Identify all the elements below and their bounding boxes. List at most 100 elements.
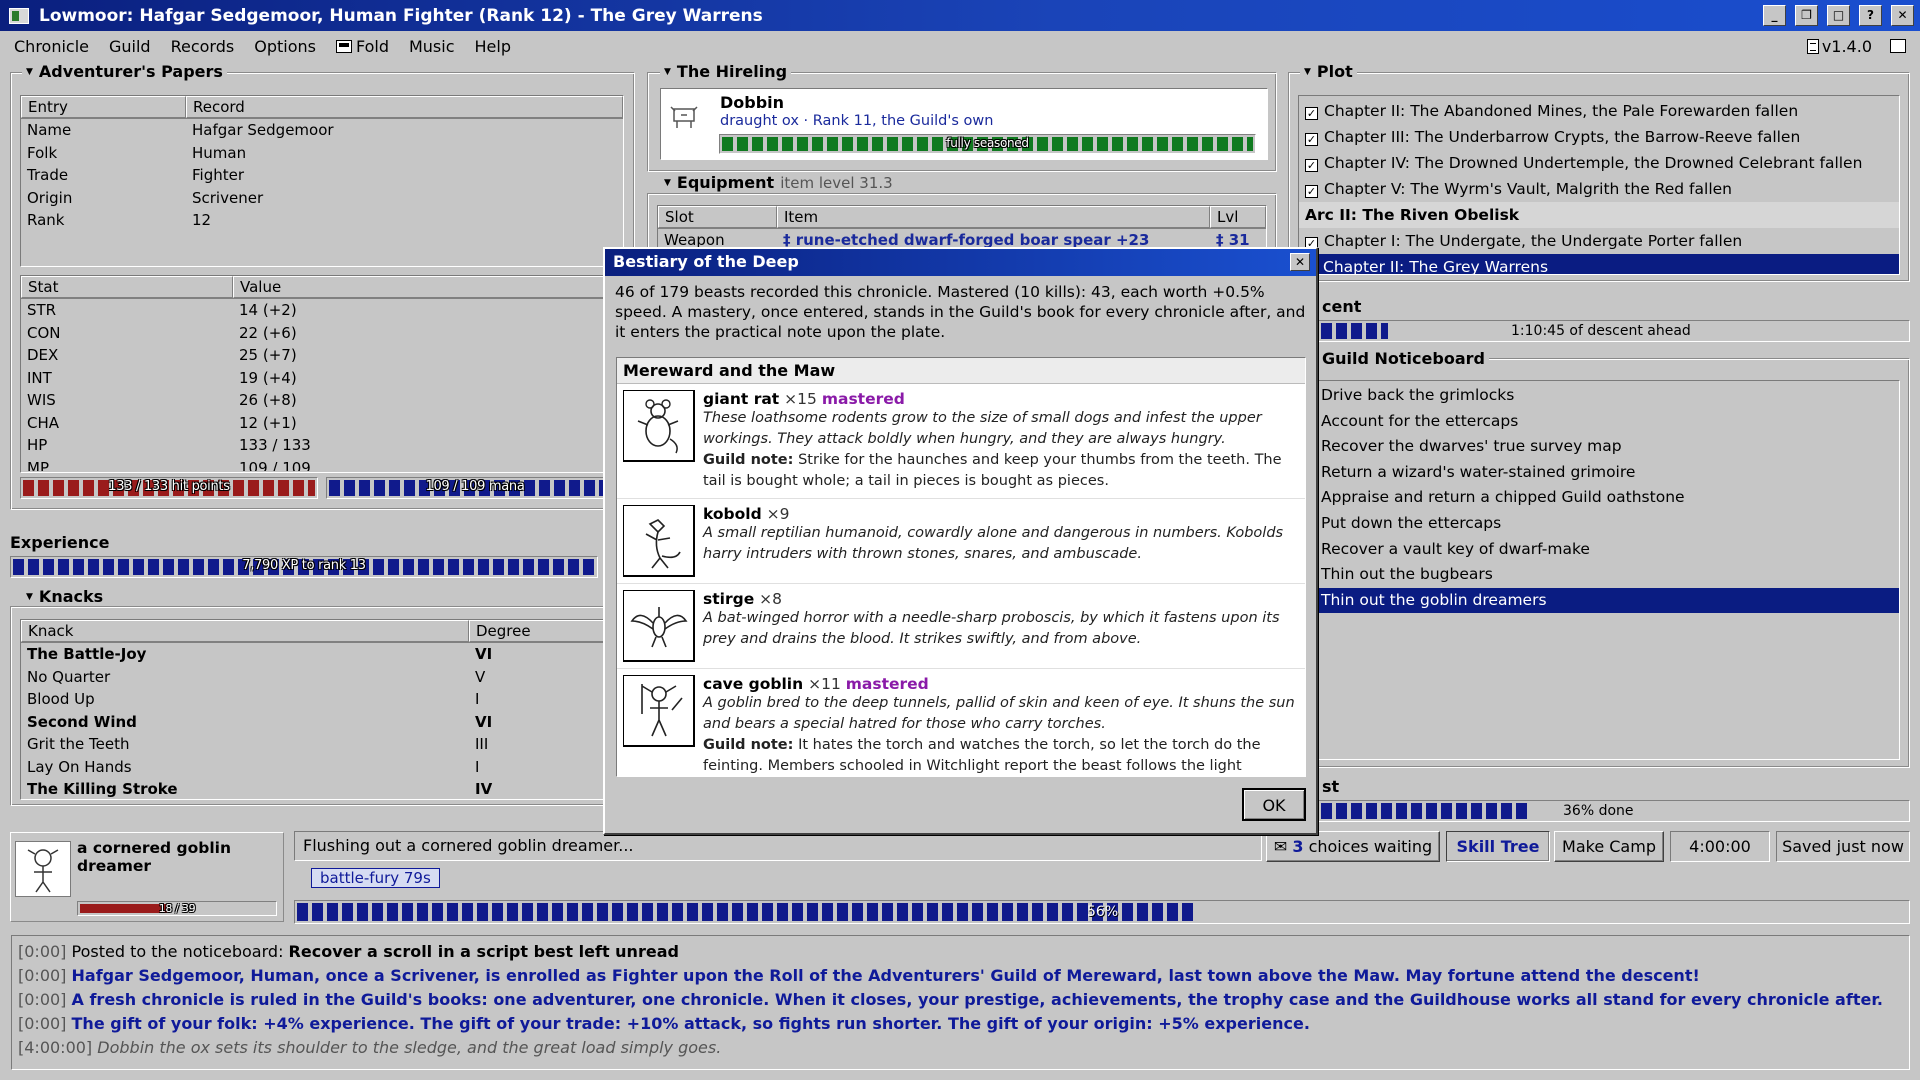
papers-row[interactable]: Origin Scrivener — [21, 187, 623, 210]
make-camp-button[interactable]: Make Camp — [1554, 831, 1664, 862]
dialog-close-button[interactable]: ✕ — [1290, 253, 1310, 271]
papers-title[interactable]: ▼ Adventurer's Papers — [22, 62, 227, 81]
stat-value: 25 (+7) — [239, 346, 297, 365]
panel-icon[interactable] — [1890, 39, 1906, 53]
encounter-panel: a cornered goblin dreamer 18 / 39 — [10, 832, 284, 922]
log-text: Recover a scroll in a script best left u… — [288, 942, 679, 961]
fold-icon — [335, 39, 352, 53]
beast-entry[interactable]: cave goblin ×11 mastered A goblin bred to… — [617, 669, 1305, 776]
menu-music[interactable]: Music — [409, 37, 455, 56]
knack-row[interactable]: Grit the Teeth III — [21, 733, 623, 756]
equipment-title[interactable]: ▼ Equipment item level 31.3 — [660, 173, 897, 192]
stat-value: 19 (+4) — [239, 368, 297, 387]
knack-row[interactable]: No Quarter V — [21, 666, 623, 689]
menu-fold[interactable]: Fold — [335, 37, 389, 56]
stat-row[interactable]: DEX 25 (+7) — [21, 344, 623, 367]
knack-degree: I — [475, 690, 480, 709]
col-lvl[interactable]: Lvl — [1210, 206, 1266, 228]
experience-bar: 7,790 XP to rank 13 — [10, 556, 598, 578]
log-line: [4:00:00] Dobbin the ox sets its shoulde… — [18, 1036, 1903, 1060]
col-slot[interactable]: Slot — [658, 206, 777, 228]
skill-tree-button[interactable]: Skill Tree — [1446, 831, 1550, 862]
col-degree[interactable]: Degree — [469, 620, 623, 642]
menu-options[interactable]: Options — [254, 37, 316, 56]
quest-bar-fill — [1321, 803, 1530, 819]
menu-records[interactable]: Records — [171, 37, 235, 56]
col-knack[interactable]: Knack — [21, 620, 469, 642]
log-text: Hafgar Sedgemoor, Human, once a Scrivene… — [71, 966, 1700, 985]
knack-name: The Killing Stroke — [27, 780, 178, 799]
knack-row[interactable]: Blood Up I — [21, 688, 623, 711]
knacks-title[interactable]: ▼ Knacks — [22, 587, 108, 606]
help-button[interactable]: ? — [1859, 5, 1882, 26]
knack-row[interactable]: Lay On Hands I — [21, 756, 623, 779]
collapse-icon: ▼ — [664, 177, 671, 188]
beast-entry[interactable]: giant rat ×15 mastered These loathsome ro… — [617, 384, 1305, 499]
notice-item[interactable]: Account for the ettercaps — [1311, 409, 1899, 435]
stat-row[interactable]: INT 19 (+4) — [21, 367, 623, 390]
restore-button[interactable]: ❐ — [1795, 5, 1818, 26]
maximize-button[interactable]: □ — [1827, 5, 1850, 26]
knack-name: Grit the Teeth — [27, 735, 130, 754]
log-text: A fresh chronicle is ruled in the Guild'… — [71, 990, 1883, 1009]
notice-item-label: Recover a vault key of dwarf-make — [1321, 539, 1590, 558]
stat-name: STR — [27, 301, 57, 320]
notice-item[interactable]: Recover a vault key of dwarf-make — [1311, 537, 1899, 563]
beast-entry[interactable]: stirge ×8 A bat-winged horror with a need… — [617, 584, 1305, 669]
beast-entry[interactable]: kobold ×9 A small reptilian humanoid, cow… — [617, 499, 1305, 584]
plot-item[interactable]: ✓ Chapter II: The Abandoned Mines, the Pa… — [1299, 98, 1899, 124]
papers-row[interactable]: Folk Human — [21, 142, 623, 165]
plot-item[interactable]: ✓ Chapter V: The Wyrm's Vault, Malgrith t… — [1299, 176, 1899, 202]
beast-list[interactable]: Mereward and the Maw giant rat ×15 maste… — [616, 357, 1306, 777]
plot-item[interactable]: Arc II: The Riven Obelisk — [1299, 202, 1899, 228]
knack-degree: VI — [475, 712, 493, 731]
knack-row[interactable]: The Battle-Joy VI — [21, 643, 623, 666]
hireling-desc: draught ox · Rank 11, the Guild's own — [720, 113, 994, 129]
notice-item[interactable]: Thin out the bugbears — [1311, 562, 1899, 588]
col-entry[interactable]: Entry — [21, 96, 186, 118]
minimize-button[interactable]: _ — [1763, 5, 1786, 26]
quest-bar-label: 36% done — [1563, 803, 1634, 819]
ok-button[interactable]: OK — [1242, 788, 1306, 821]
stat-row[interactable]: CHA 12 (+1) — [21, 412, 623, 435]
beast-count: ×15 — [784, 390, 817, 408]
beast-description: These loathsome rodents grow to the size… — [703, 410, 1262, 447]
papers-row[interactable]: Rank 12 — [21, 209, 623, 232]
plot-item[interactable]: ✓ Chapter IV: The Drowned Undertemple, th… — [1299, 150, 1899, 176]
stat-row[interactable]: WIS 26 (+8) — [21, 389, 623, 412]
notice-item[interactable]: Recover the dwarves' true survey map — [1311, 434, 1899, 460]
notice-item[interactable]: Appraise and return a chipped Guild oath… — [1311, 485, 1899, 511]
checkbox-checked-icon: ✓ — [1305, 185, 1318, 198]
noticeboard-title[interactable]: Guild Noticeboard — [1318, 349, 1489, 368]
knack-row[interactable]: Second Wind VI — [21, 711, 623, 734]
app-icon — [9, 7, 29, 24]
papers-table: Entry Record Name Hafgar Sedgemoor Folk Hum… — [20, 95, 624, 267]
stat-row[interactable]: MP 109 / 109 — [21, 457, 623, 471]
plot-item[interactable]: ✓ Chapter I: The Undergate, the Undergate… — [1299, 228, 1899, 254]
notice-item[interactable]: Thin out the goblin dreamers — [1311, 587, 1899, 614]
hireling-title[interactable]: ▼ The Hireling — [660, 62, 792, 81]
col-stat[interactable]: Stat — [21, 276, 233, 298]
col-record[interactable]: Record — [186, 96, 623, 118]
col-value[interactable]: Value — [233, 276, 623, 298]
stat-row[interactable]: CON 22 (+6) — [21, 322, 623, 345]
menu-help[interactable]: Help — [475, 37, 511, 56]
papers-row[interactable]: Name Hafgar Sedgemoor — [21, 119, 623, 142]
menu-guild[interactable]: Guild — [109, 37, 151, 56]
stat-row[interactable]: STR 14 (+2) — [21, 299, 623, 322]
menu-chronicle[interactable]: Chronicle — [14, 37, 89, 56]
papers-row[interactable]: Trade Fighter — [21, 164, 623, 187]
plot-item[interactable]: Chapter II: The Grey Warrens — [1299, 254, 1899, 274]
knack-row[interactable]: The Killing Stroke IV — [21, 778, 623, 799]
choices-button[interactable]: ✉ 3 choices waiting — [1266, 831, 1440, 862]
close-button[interactable]: ✕ — [1891, 5, 1914, 26]
notice-item-label: Thin out the bugbears — [1321, 565, 1493, 584]
col-item[interactable]: Item — [777, 206, 1210, 228]
plot-item[interactable]: ✓ Chapter III: The Underbarrow Crypts, th… — [1299, 124, 1899, 150]
descent-bar-label: 1:10:45 of descent ahead — [1511, 323, 1691, 339]
plot-title[interactable]: ▼ Plot — [1300, 62, 1357, 81]
notice-item[interactable]: Return a wizard's water-stained grimoire — [1311, 460, 1899, 486]
stat-row[interactable]: HP 133 / 133 — [21, 434, 623, 457]
notice-item[interactable]: Put down the ettercaps — [1311, 511, 1899, 537]
notice-item[interactable]: Drive back the grimlocks — [1311, 383, 1899, 409]
